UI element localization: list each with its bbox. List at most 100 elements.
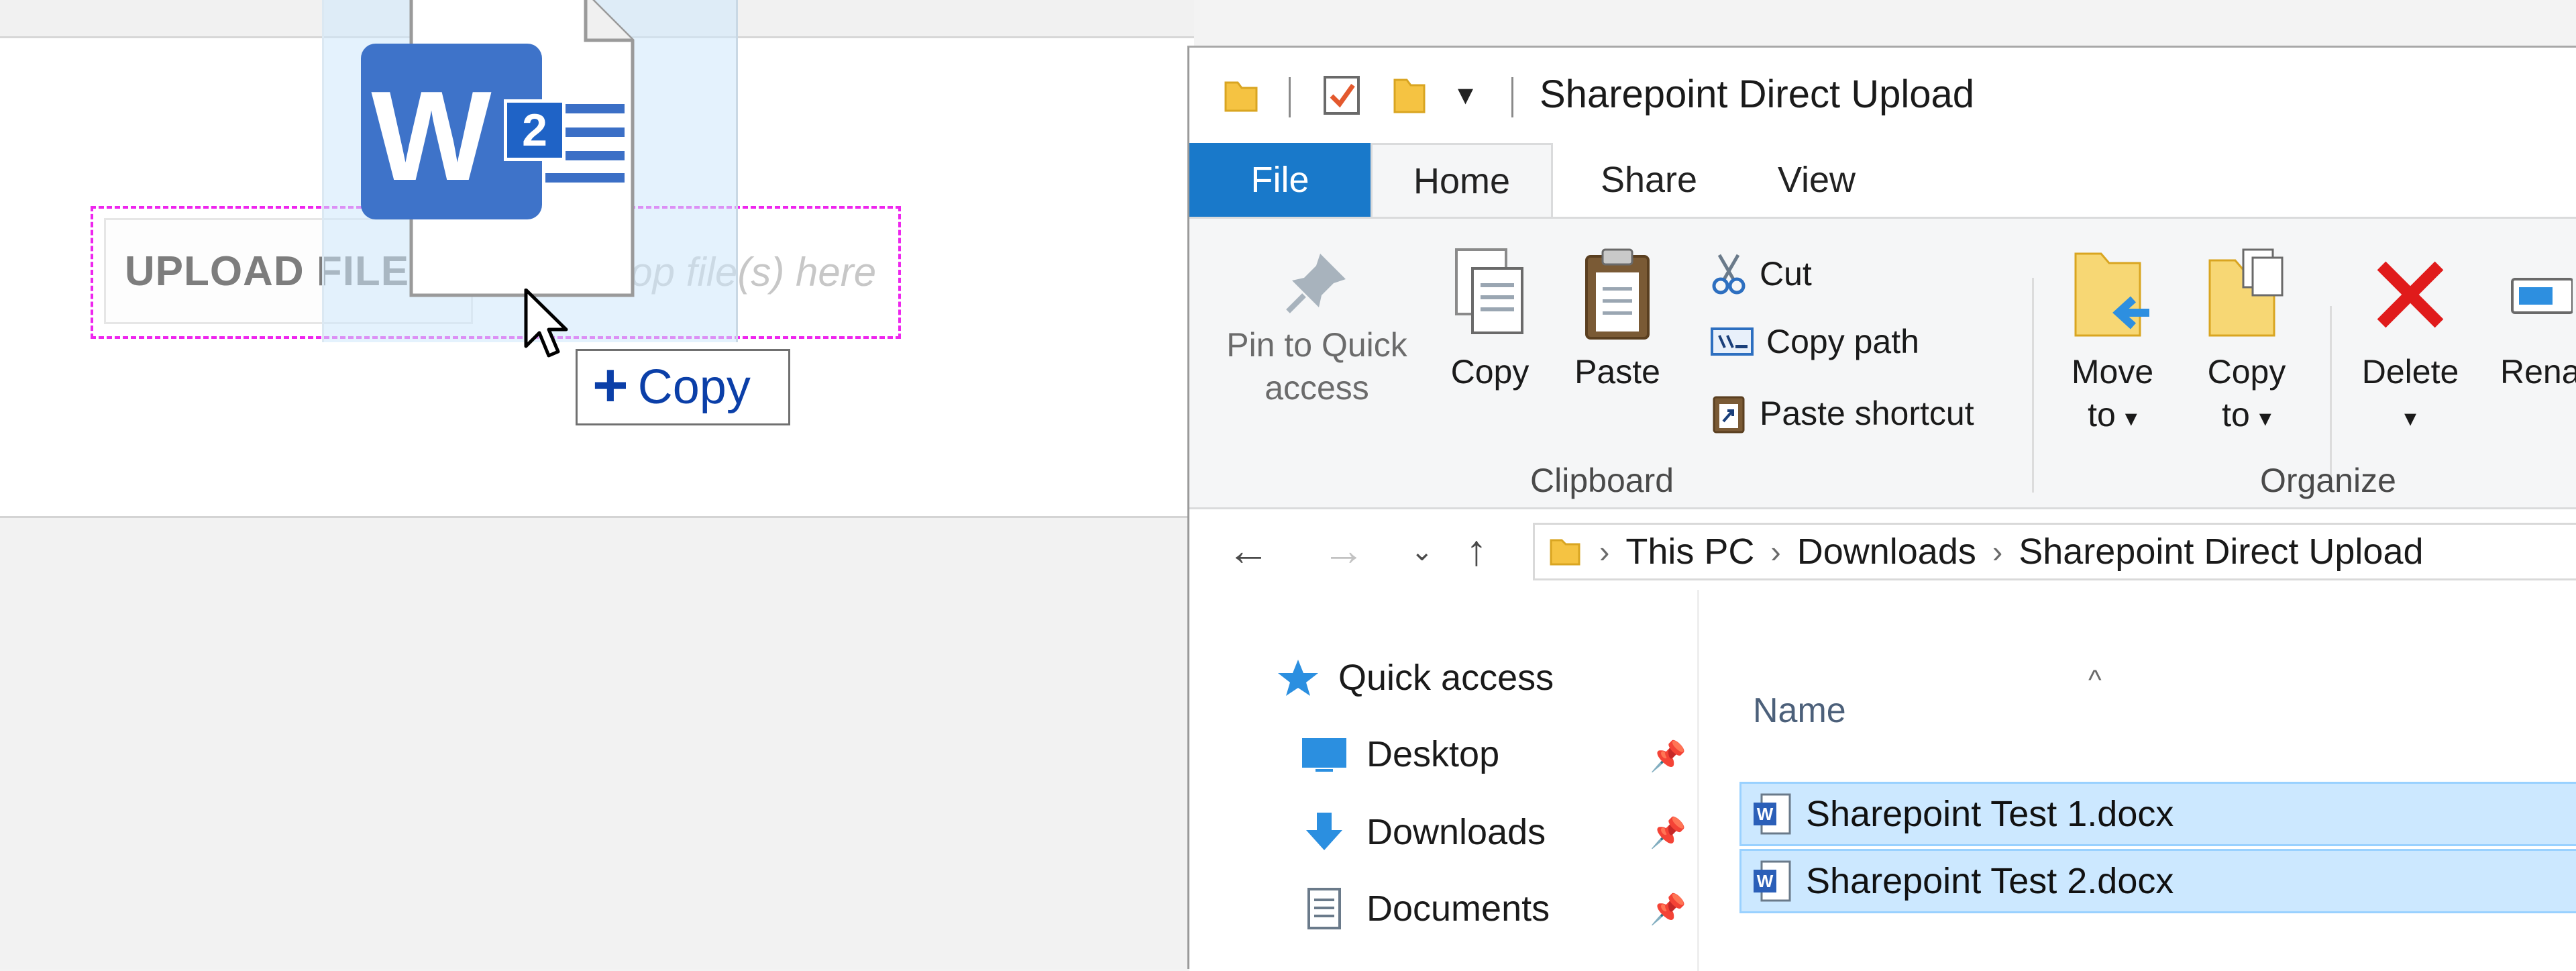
delete-label: Delete bbox=[2361, 353, 2459, 391]
organize-group-label: Organize bbox=[2260, 462, 2396, 499]
file-explorer-window: ▾ Sharepoint Direct Upload File Home Sha… bbox=[1187, 46, 2576, 971]
copy-label: Copy bbox=[1450, 353, 1529, 391]
back-arrow-icon[interactable]: ← bbox=[1227, 525, 1270, 575]
tab-home[interactable]: Home bbox=[1371, 143, 1553, 217]
pin-icon[interactable]: 📌 bbox=[1650, 892, 1686, 927]
nav-item-quick-access[interactable]: Quick access bbox=[1277, 657, 1554, 699]
address-bar[interactable]: › This PC › Downloads › Sharepoint Direc… bbox=[1533, 523, 2576, 580]
ribbon-group-separator bbox=[2032, 278, 2034, 493]
drag-copy-tooltip: + Copy bbox=[576, 349, 790, 425]
copy-button[interactable]: Copy bbox=[1436, 246, 1544, 393]
delete-button[interactable]: Delete ▾ bbox=[2350, 246, 2471, 440]
ribbon-tabs: File Home Share View bbox=[1189, 143, 2576, 217]
copy-path-icon bbox=[1711, 327, 1754, 356]
up-arrow-icon[interactable]: ↑ bbox=[1466, 525, 1487, 575]
plus-icon: + bbox=[592, 351, 629, 419]
copy-path-button[interactable]: Copy path bbox=[1710, 322, 1919, 361]
paste-shortcut-label: Paste shortcut bbox=[1760, 395, 1974, 432]
move-to-label-line1: Move bbox=[2071, 353, 2154, 391]
column-header-name[interactable]: Name bbox=[1753, 691, 1846, 731]
breadcrumb-chevron-icon: › bbox=[1599, 534, 1610, 569]
paste-clipboard-icon bbox=[1585, 248, 1650, 340]
forward-arrow-icon[interactable]: → bbox=[1322, 525, 1365, 575]
downloads-label: Downloads bbox=[1366, 812, 1546, 852]
word-document-icon: W bbox=[1754, 860, 1791, 902]
qat-separator bbox=[1289, 77, 1291, 117]
page-background bbox=[0, 518, 1194, 969]
navigation-pane: Quick access Desktop 📌 Downloads 📌 Docum… bbox=[1189, 590, 1699, 971]
scissors-icon bbox=[1712, 254, 1746, 295]
move-to-button[interactable]: Move to ▾ bbox=[2059, 246, 2166, 440]
delete-x-icon bbox=[2377, 261, 2444, 328]
paste-shortcut-icon bbox=[1713, 396, 1745, 433]
breadcrumb-downloads[interactable]: Downloads bbox=[1797, 531, 1976, 572]
chevron-down-icon: ▾ bbox=[2404, 404, 2417, 431]
svg-text:W: W bbox=[1757, 871, 1774, 891]
breadcrumb-chevron-icon: › bbox=[1992, 534, 2003, 569]
copy-to-label-line2: to bbox=[2222, 396, 2250, 433]
paste-label: Paste bbox=[1574, 353, 1660, 391]
file-list: ^ Name W Sharepoint Test 1.docx W Sharep… bbox=[1699, 590, 2576, 971]
cut-button[interactable]: Cut bbox=[1710, 252, 1812, 295]
tab-view[interactable]: View bbox=[1739, 143, 1894, 217]
file-name: Sharepoint Test 1.docx bbox=[1806, 794, 2174, 834]
drag-count-badge: 2 bbox=[504, 99, 566, 161]
tab-share[interactable]: Share bbox=[1565, 143, 1733, 217]
pin-label-line1: Pin to Quick bbox=[1226, 326, 1407, 364]
pin-icon[interactable]: 📌 bbox=[1650, 739, 1686, 774]
file-name: Sharepoint Test 2.docx bbox=[1806, 861, 2174, 901]
cut-label: Cut bbox=[1760, 255, 1812, 293]
customize-qat-dropdown-icon[interactable]: ▾ bbox=[1458, 76, 1473, 112]
documents-icon bbox=[1307, 888, 1341, 929]
nav-item-desktop[interactable]: Desktop bbox=[1301, 733, 1499, 775]
rename-icon bbox=[2511, 278, 2573, 314]
copy-to-label-line1: Copy bbox=[2207, 353, 2286, 391]
ribbon-group-separator bbox=[2330, 306, 2332, 480]
title-bar: ▾ Sharepoint Direct Upload bbox=[1189, 48, 2576, 143]
svg-text:W: W bbox=[371, 65, 492, 207]
pin-to-quick-access-button[interactable]: Pin to Quick access bbox=[1210, 246, 1424, 409]
desktop-icon bbox=[1302, 738, 1346, 772]
folder-icon bbox=[1550, 539, 1580, 566]
file-row[interactable]: W Sharepoint Test 2.docx bbox=[1739, 849, 2576, 913]
pin-label-line2: access bbox=[1265, 369, 1369, 407]
quick-access-label: Quick access bbox=[1338, 658, 1554, 698]
word-document-icon: W bbox=[1754, 793, 1791, 835]
documents-label: Documents bbox=[1366, 888, 1550, 929]
clipboard-group-label: Clipboard bbox=[1530, 462, 1674, 499]
ribbon-home: Pin to Quick access Copy Paste Cut Copy … bbox=[1189, 217, 2576, 509]
properties-checkbox-icon[interactable] bbox=[1321, 73, 1364, 117]
file-row[interactable]: W Sharepoint Test 1.docx bbox=[1739, 782, 2576, 846]
paste-button[interactable]: Paste bbox=[1564, 246, 1671, 393]
paste-shortcut-button[interactable]: Paste shortcut bbox=[1710, 392, 1974, 435]
rename-label: Renam bbox=[2500, 353, 2576, 391]
chevron-down-icon: ▾ bbox=[2259, 404, 2271, 431]
nav-item-documents[interactable]: Documents bbox=[1301, 886, 1550, 931]
breadcrumb-this-pc[interactable]: This PC bbox=[1625, 531, 1754, 572]
nav-item-downloads[interactable]: Downloads bbox=[1301, 810, 1546, 854]
navigation-bar: ← → ⌄ ↑ › This PC › Downloads › Sharepoi… bbox=[1189, 509, 2576, 590]
folder-icon bbox=[1224, 81, 1258, 112]
copy-icon bbox=[1455, 248, 1523, 334]
download-arrow-icon bbox=[1306, 813, 1342, 850]
star-icon bbox=[1278, 660, 1318, 696]
tab-file[interactable]: File bbox=[1189, 143, 1371, 217]
recent-locations-chevron-icon[interactable]: ⌄ bbox=[1411, 536, 1434, 567]
mouse-cursor-icon bbox=[524, 289, 568, 358]
sort-ascending-icon: ^ bbox=[2088, 664, 2102, 695]
drag-copy-label: Copy bbox=[637, 360, 751, 414]
move-to-label-line2: to bbox=[2088, 396, 2116, 433]
pin-icon bbox=[1286, 254, 1346, 313]
qat-separator bbox=[1511, 77, 1513, 117]
window-title: Sharepoint Direct Upload bbox=[1540, 72, 1975, 116]
breadcrumb-current-folder[interactable]: Sharepoint Direct Upload bbox=[2019, 531, 2423, 572]
rename-button[interactable]: Renam bbox=[2500, 246, 2576, 393]
copy-to-button[interactable]: Copy to ▾ bbox=[2193, 246, 2300, 440]
new-folder-icon[interactable] bbox=[1391, 74, 1430, 116]
desktop-label: Desktop bbox=[1366, 734, 1500, 774]
move-to-folder-icon bbox=[2074, 252, 2149, 337]
breadcrumb-chevron-icon: › bbox=[1770, 534, 1781, 569]
chevron-down-icon: ▾ bbox=[2125, 404, 2137, 431]
pin-icon[interactable]: 📌 bbox=[1650, 815, 1686, 850]
copy-to-folder-icon bbox=[2208, 248, 2284, 337]
